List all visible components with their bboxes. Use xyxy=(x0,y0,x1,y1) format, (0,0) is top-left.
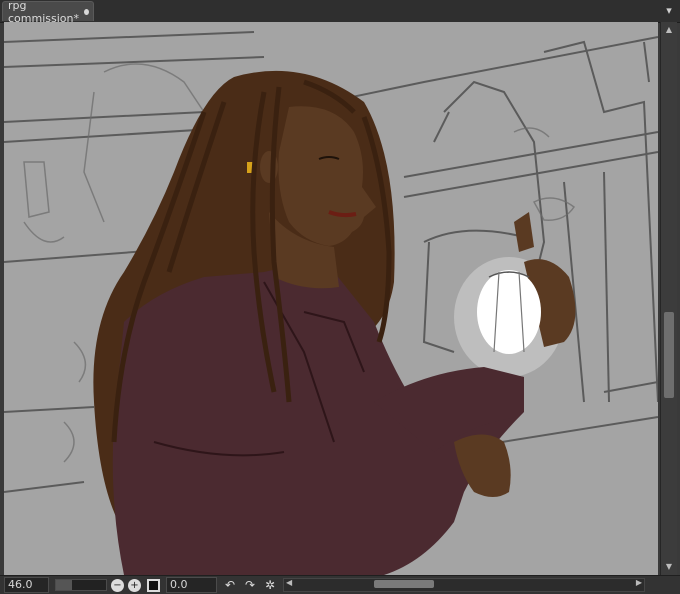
rotate-left-icon[interactable]: ↶ xyxy=(223,578,237,592)
document-tab-label: rpg commission* xyxy=(8,0,79,25)
overflow-menu-icon[interactable]: ▾ xyxy=(662,4,676,18)
vertical-scrollbar[interactable]: ▲ ▼ xyxy=(660,22,677,575)
artwork xyxy=(4,31,658,575)
drawing-canvas[interactable] xyxy=(4,22,658,575)
zoom-field[interactable]: 46.0 xyxy=(4,577,49,593)
lantern-glow xyxy=(477,270,541,354)
zoom-slider[interactable] xyxy=(55,579,107,591)
scroll-down-icon[interactable]: ▼ xyxy=(663,561,675,573)
horizontal-scrollbar[interactable]: ◀ ▶ xyxy=(283,578,645,592)
vertical-scroll-thumb[interactable] xyxy=(664,312,674,398)
status-bar: 46.0 − + 0.0 ↶ ↷ ✲ ◀ ▶ xyxy=(0,575,680,594)
reset-gear-icon[interactable]: ✲ xyxy=(263,578,277,592)
document-tabbar: rpg commission* ▾ xyxy=(0,0,680,25)
rotate-right-icon[interactable]: ↷ xyxy=(243,578,257,592)
scroll-left-icon[interactable]: ◀ xyxy=(286,578,292,587)
scroll-right-icon[interactable]: ▶ xyxy=(636,578,642,587)
zoom-out-icon[interactable]: − xyxy=(111,578,124,592)
horizontal-scroll-thumb[interactable] xyxy=(374,580,434,588)
document-tab[interactable]: rpg commission* xyxy=(2,0,94,25)
fit-square-icon[interactable] xyxy=(147,578,160,592)
close-dot-icon[interactable] xyxy=(84,8,89,15)
scroll-up-icon[interactable]: ▲ xyxy=(663,24,675,36)
rotation-field[interactable]: 0.0 xyxy=(166,577,217,593)
zoom-in-icon[interactable]: + xyxy=(128,578,141,592)
